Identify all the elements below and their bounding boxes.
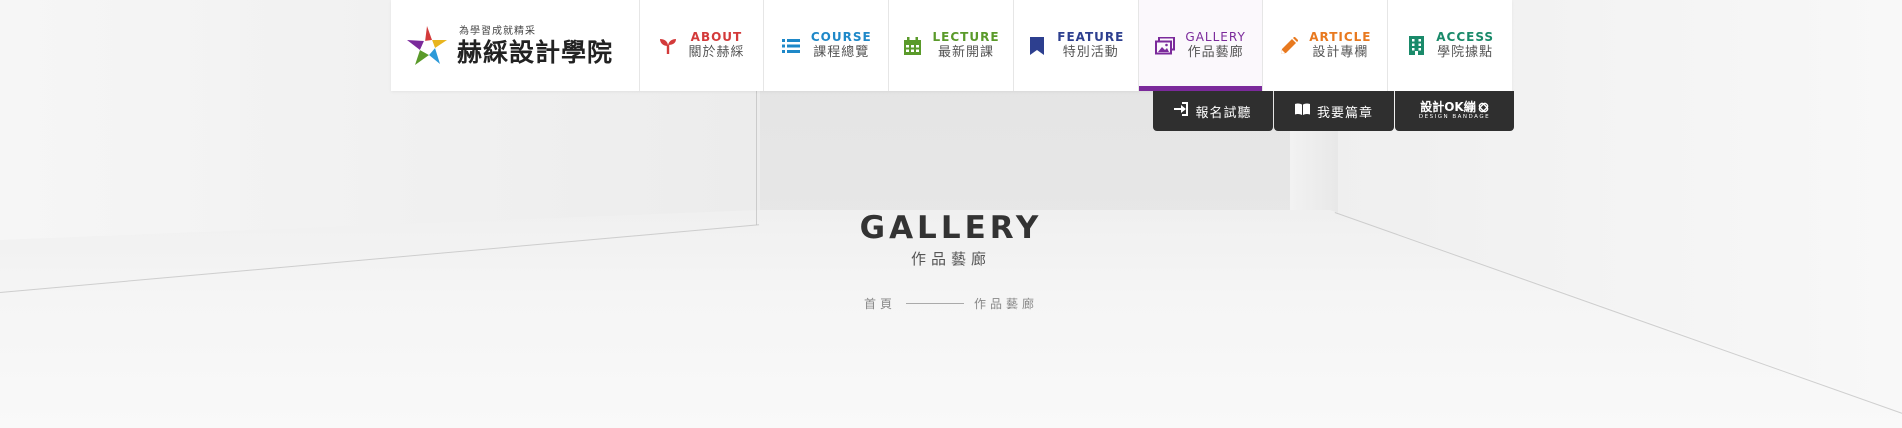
main-navbar: 為學習成就精采 赫綵設計學院 ABOUT 關於赫綵 COURSE 課程總覽 LE… — [391, 0, 1512, 91]
nav-item-about[interactable]: ABOUT 關於赫綵 — [638, 0, 764, 91]
nav-course-en: COURSE — [810, 29, 872, 44]
nav-lecture-en: LECTURE — [932, 29, 1000, 44]
nav-access-zh: 學院據點 — [1437, 44, 1494, 60]
nav-item-access[interactable]: ACCESS 學院據點 — [1387, 0, 1512, 91]
bandage-icon — [1478, 102, 1489, 113]
breadcrumb-home-link[interactable]: 首頁 — [864, 295, 896, 312]
nav-article-en: ARTICLE — [1309, 29, 1372, 44]
chapter-label: 我要篇章 — [1316, 105, 1373, 121]
list-icon — [781, 36, 801, 56]
chapter-button[interactable]: 我要篇章 — [1274, 91, 1394, 131]
nav-course-zh: 課程總覽 — [813, 44, 870, 60]
signup-label: 報名試聽 — [1195, 105, 1252, 121]
nav-item-course[interactable]: COURSE 課程總覽 — [763, 0, 888, 91]
building-icon — [1406, 36, 1426, 56]
nav-lecture-zh: 最新開課 — [938, 44, 995, 60]
design-bandage-title: 設計OK繃 — [1420, 100, 1476, 115]
nav-article-zh: 設計專欄 — [1312, 44, 1369, 60]
brand-name: 赫綵設計學院 — [457, 37, 614, 67]
page-title: GALLERY — [859, 210, 1043, 246]
nav-access-en: ACCESS — [1436, 29, 1495, 44]
nav-item-article[interactable]: ARTICLE 設計專欄 — [1262, 0, 1387, 91]
brand-logo-link[interactable]: 為學習成就精采 赫綵設計學院 — [391, 0, 639, 91]
nav-feature-en: FEATURE — [1057, 29, 1125, 44]
brand-tagline: 為學習成就精采 — [459, 25, 536, 37]
design-bandage-button[interactable]: 設計OK繃 DESIGN BANDAGE — [1395, 91, 1514, 131]
calendar-icon — [903, 36, 923, 56]
signup-button[interactable]: 報名試聽 — [1153, 91, 1273, 131]
nav-item-feature[interactable]: FEATURE 特別活動 — [1012, 0, 1138, 91]
page-heading: GALLERY 作品藝廊 — [0, 210, 1902, 269]
breadcrumb: 首頁 作品藝廊 — [0, 295, 1902, 312]
sprout-icon — [658, 36, 678, 56]
images-icon — [1155, 36, 1176, 56]
nav-about-zh: 關於赫綵 — [688, 44, 745, 60]
nav-gallery-en: GALLERY — [1185, 29, 1246, 44]
nav-about-en: ABOUT — [690, 29, 743, 44]
breadcrumb-divider — [906, 303, 964, 304]
book-open-icon — [1294, 103, 1310, 119]
bookmark-icon — [1027, 36, 1047, 56]
design-bandage-subtitle: DESIGN BANDAGE — [1418, 114, 1491, 121]
pencil-icon — [1279, 36, 1299, 56]
sign-in-icon — [1174, 102, 1189, 120]
breadcrumb-current: 作品藝廊 — [974, 297, 1039, 311]
nav-feature-zh: 特別活動 — [1062, 44, 1119, 60]
sub-navbar: 報名試聽 我要篇章 設計OK繃 DESIGN BANDAGE — [1153, 91, 1514, 131]
star-logo-icon — [407, 25, 447, 65]
nav-item-gallery[interactable]: GALLERY 作品藝廊 — [1137, 0, 1263, 91]
nav-gallery-zh: 作品藝廊 — [1187, 44, 1244, 60]
page-subtitle: 作品藝廊 — [910, 250, 991, 268]
nav-item-lecture[interactable]: LECTURE 最新開課 — [888, 0, 1013, 91]
